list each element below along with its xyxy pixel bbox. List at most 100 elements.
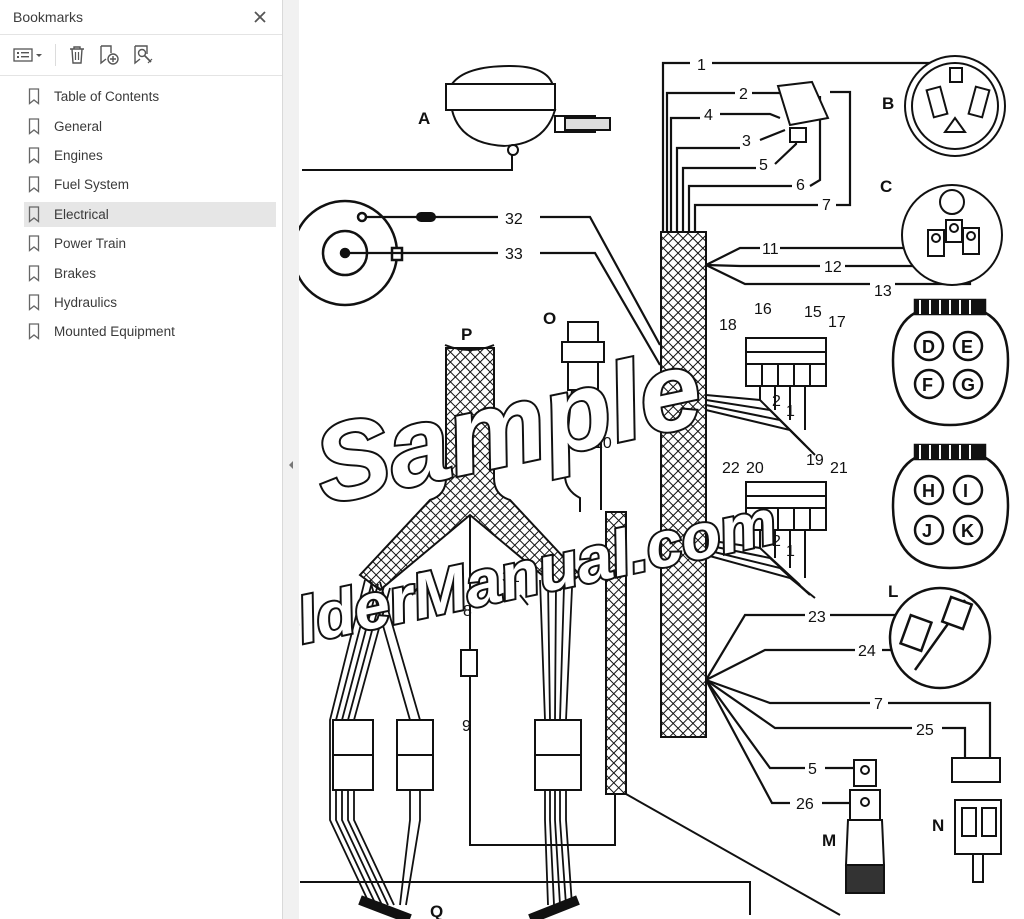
bookmark-icon: [28, 117, 44, 135]
svg-text:23: 23: [808, 609, 826, 626]
delete-bookmark-button[interactable]: [66, 42, 88, 68]
svg-text:32: 32: [505, 211, 523, 228]
svg-text:2: 2: [739, 86, 748, 103]
chevron-left-icon: [289, 461, 293, 469]
bookmark-item[interactable]: Hydraulics: [0, 288, 283, 317]
svg-text:I: I: [963, 481, 968, 501]
svg-text:H: H: [922, 481, 935, 501]
document-page[interactable]: A B C O P L M N Q D E F G H I J K 1 2 3 …: [299, 0, 1024, 919]
svg-text:M: M: [822, 831, 836, 850]
svg-text:24: 24: [858, 643, 876, 660]
bookmark-label: Fuel System: [54, 177, 130, 193]
delete-bookmark-icon: [70, 46, 84, 64]
bookmarks-toolbar: [0, 35, 282, 76]
svg-text:9: 9: [462, 718, 471, 735]
options-menu-icon: [13, 48, 42, 62]
bookmark-label: Hydraulics: [54, 294, 118, 310]
svg-text:C: C: [880, 177, 892, 196]
svg-text:20: 20: [746, 460, 764, 477]
component-l-gauge: [888, 586, 992, 690]
svg-text:33: 33: [505, 246, 523, 263]
svg-text:21: 21: [830, 460, 848, 477]
bookmark-label: Engines: [54, 147, 103, 163]
component-n-relay: [951, 757, 1002, 883]
svg-text:22: 22: [722, 460, 740, 477]
svg-text:E: E: [961, 337, 973, 357]
svg-text:7: 7: [874, 696, 883, 713]
main-harness: [660, 231, 707, 738]
toolbar-separator: [55, 44, 56, 66]
svg-text:19: 19: [806, 452, 824, 469]
close-panel-button[interactable]: [250, 7, 270, 27]
svg-text:11: 11: [762, 241, 779, 258]
bookmark-list: Table of Contents General Engines Fuel S…: [0, 82, 283, 347]
bookmark-item[interactable]: Brakes: [0, 258, 283, 287]
bookmark-label: Table of Contents: [54, 89, 160, 105]
svg-text:4: 4: [704, 107, 713, 124]
svg-text:15: 15: [804, 304, 822, 321]
bookmark-item-selected[interactable]: Electrical: [0, 200, 283, 229]
svg-text:5: 5: [759, 157, 768, 174]
bookmark-icon: [28, 235, 44, 253]
connector-block-upper: [745, 337, 827, 387]
svg-text:3: 3: [742, 133, 751, 150]
bookmark-icon: [28, 176, 44, 194]
svg-text:Sample: Sample: [304, 326, 712, 528]
component-m-switch: [844, 759, 886, 894]
svg-text:1: 1: [786, 543, 795, 560]
add-bookmark-button[interactable]: [96, 42, 122, 68]
svg-text:5: 5: [808, 761, 817, 778]
svg-text:17: 17: [828, 314, 846, 331]
svg-text:12: 12: [824, 259, 842, 276]
svg-text:26: 26: [796, 796, 814, 813]
svg-text:13: 13: [874, 283, 892, 300]
svg-text:F: F: [922, 375, 933, 395]
bookmark-label: Power Train: [54, 236, 127, 252]
svg-text:L: L: [888, 582, 898, 601]
bookmark-label: Electrical: [54, 206, 109, 222]
bookmark-icon: [28, 88, 44, 106]
bookmark-item[interactable]: Mounted Equipment: [0, 317, 283, 346]
svg-text:6: 6: [796, 177, 805, 194]
component-c-sender: [901, 184, 1003, 286]
bookmark-icon: [28, 293, 44, 311]
options-menu-button[interactable]: [11, 42, 45, 68]
bookmark-item[interactable]: Table of Contents: [0, 82, 283, 111]
svg-text:P: P: [461, 325, 472, 344]
bookmark-item[interactable]: General: [0, 111, 283, 140]
svg-text:25: 25: [916, 722, 934, 739]
bookmarks-title: Bookmarks: [13, 9, 84, 25]
bookmark-icon: [28, 146, 44, 164]
wiring-diagram: A B C O P L M N Q D E F G H I J K 1 2 3 …: [299, 55, 1010, 919]
bookmark-item[interactable]: Fuel System: [0, 170, 283, 199]
svg-text:18: 18: [719, 317, 737, 334]
close-icon: [254, 11, 266, 23]
add-bookmark-icon: [100, 45, 119, 65]
svg-text:16: 16: [754, 301, 772, 318]
bookmark-item[interactable]: Power Train: [0, 229, 283, 258]
bookmark-item[interactable]: Engines: [0, 141, 283, 170]
svg-text:N: N: [932, 816, 944, 835]
collapse-panel-handle[interactable]: [286, 458, 296, 472]
svg-text:O: O: [543, 309, 556, 328]
svg-text:1: 1: [697, 57, 706, 74]
svg-text:Q: Q: [430, 902, 443, 919]
svg-text:G: G: [961, 375, 975, 395]
find-bookmark-icon: [134, 45, 153, 65]
component-b-switch: [904, 55, 1006, 157]
find-bookmark-button[interactable]: [130, 42, 156, 68]
svg-text:2: 2: [772, 393, 781, 410]
bookmark-icon: [28, 323, 44, 341]
svg-text:D: D: [922, 337, 935, 357]
bookmark-label: General: [54, 118, 103, 134]
bookmarks-header: Bookmarks: [0, 0, 282, 35]
bookmark-label: Brakes: [54, 265, 97, 281]
svg-text:A: A: [418, 109, 430, 128]
svg-text:B: B: [882, 94, 894, 113]
bookmark-label: Mounted Equipment: [54, 324, 175, 340]
bookmark-icon: [28, 205, 44, 223]
svg-text:1: 1: [786, 403, 795, 420]
svg-text:7: 7: [822, 197, 831, 214]
bookmark-icon: [28, 264, 44, 282]
connector-hijk: [891, 443, 1010, 570]
